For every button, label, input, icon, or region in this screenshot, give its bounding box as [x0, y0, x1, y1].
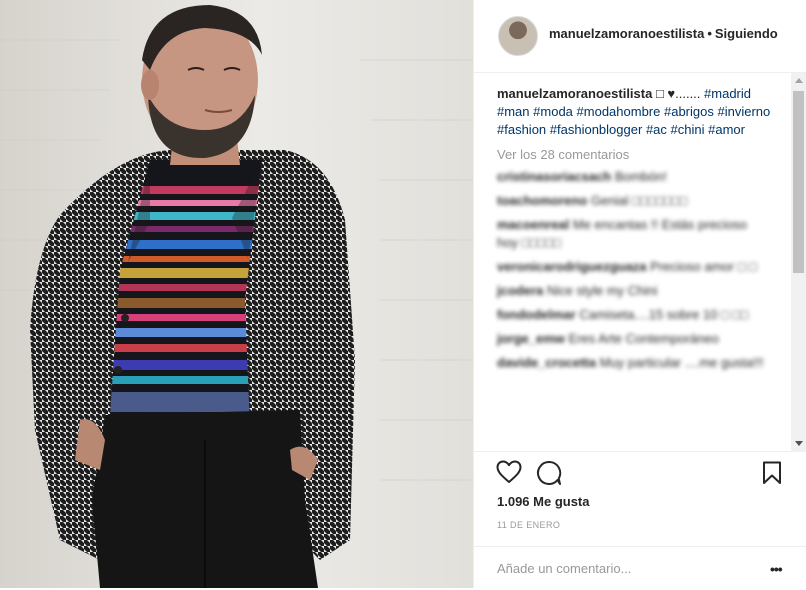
comment-username[interactable]: macoenreal [497, 217, 569, 232]
hashtag-link[interactable]: #madrid [704, 86, 751, 101]
hashtag-link[interactable]: #amor [708, 122, 745, 137]
likes-count[interactable]: 1.096 Me gusta [497, 494, 590, 509]
scroll-down-arrow-icon[interactable] [795, 441, 803, 446]
post-details-panel: manuelzamoranoestilista • Siguiendo manuel… [474, 0, 806, 588]
comment-username[interactable]: fondodelmar [497, 307, 576, 322]
comments-scrollbar[interactable] [791, 73, 806, 451]
comment-text: Muy particular ....me gusta!!! [599, 355, 764, 370]
more-options-icon[interactable]: ••• [770, 562, 783, 576]
scrollbar-thumb[interactable] [793, 91, 804, 273]
hashtag-link[interactable]: #chini [671, 122, 705, 137]
hashtag-link[interactable]: #invierno [717, 104, 770, 119]
comment-text: Eres Arte Contemporáneo [568, 331, 719, 346]
comment-username[interactable]: davide_crocetta [497, 355, 596, 370]
view-all-comments-link[interactable]: Ver los 28 comentarios [497, 147, 790, 162]
following-button[interactable]: Siguiendo [715, 26, 778, 41]
comment-text: Precioso amor □ □ [650, 259, 757, 274]
caption-author[interactable]: manuelzamoranoestilista [497, 86, 652, 101]
comment-username[interactable]: jcodera [497, 283, 543, 298]
comment-text: Nice style my Chini [546, 283, 658, 298]
comment-username[interactable]: cristinasoriacsach [497, 169, 611, 184]
post-date[interactable]: 11 DE ENERO [497, 520, 560, 530]
heart-icon[interactable] [496, 460, 522, 489]
comment-username[interactable]: toachomoreno [497, 193, 587, 208]
header-username[interactable]: manuelzamoranoestilista [549, 26, 704, 41]
comment-item: macoenreal Me encantas !! Estás precioso… [497, 216, 769, 252]
comment-username[interactable]: veronicarodriguezguaza [497, 259, 647, 274]
comment-text: Genial □□□□□□□ [590, 193, 688, 208]
post-photo-illustration [0, 0, 473, 588]
hashtag-link[interactable]: #moda [533, 104, 573, 119]
hashtag-link[interactable]: #fashionblogger [550, 122, 643, 137]
comment-item: toachomoreno Genial □□□□□□□ [497, 192, 769, 210]
post-photo [0, 0, 473, 588]
comment-bubble-icon[interactable] [536, 460, 562, 491]
hashtag-link[interactable]: #abrigos [664, 104, 714, 119]
post-actions: 1.096 Me gusta 11 DE ENERO ••• [474, 451, 806, 589]
comment-item: cristinasoriacsach Bombón! [497, 168, 769, 186]
comment-item: davide_crocetta Muy particular ....me gu… [497, 354, 769, 372]
comment-username[interactable]: jorge_emw [497, 331, 565, 346]
post-header: manuelzamoranoestilista • Siguiendo [474, 0, 806, 73]
header-separator: • [707, 26, 712, 41]
add-comment-input[interactable] [497, 557, 747, 579]
hashtag-link[interactable]: #fashion [497, 122, 546, 137]
hashtag-link[interactable]: #modahombre [577, 104, 661, 119]
bookmark-icon[interactable] [762, 461, 782, 490]
comment-item: veronicarodriguezguaza Precioso amor □ □ [497, 258, 769, 276]
post-caption: manuelzamoranoestilista □ ♥....... #madr… [497, 85, 777, 139]
hashtag-link[interactable]: #man [497, 104, 530, 119]
comment-item: jorge_emw Eres Arte Contemporáneo [497, 330, 769, 348]
comments-list[interactable]: manuelzamoranoestilista □ ♥....... #madr… [474, 73, 790, 451]
caption-text: □ ♥....... [652, 86, 705, 101]
comment-item: jcodera Nice style my Chini [497, 282, 769, 300]
hashtag-link[interactable]: #ac [646, 122, 667, 137]
comment-text: Bombón! [614, 169, 667, 184]
avatar[interactable] [498, 16, 538, 56]
comment-item: fondodelmar Camiseta....15 sobre 10 □ □□ [497, 306, 769, 324]
add-comment-bar: ••• [474, 546, 806, 590]
scroll-up-arrow-icon[interactable] [795, 78, 803, 83]
comment-text: Camiseta....15 sobre 10 □ □□ [579, 307, 749, 322]
